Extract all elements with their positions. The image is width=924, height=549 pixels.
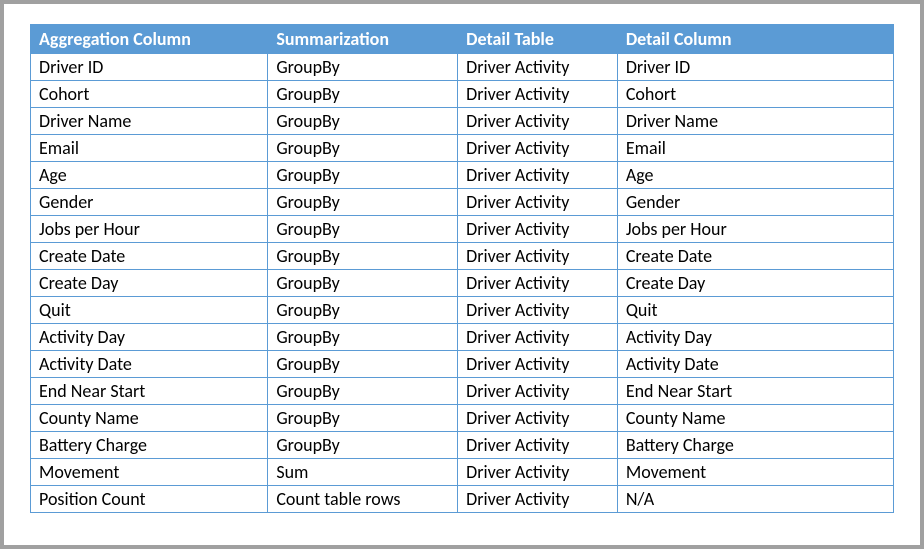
cell-detail-column: N/A (617, 486, 893, 513)
cell-detail-column: End Near Start (617, 378, 893, 405)
cell-detail-table: Driver Activity (458, 324, 618, 351)
cell-summarization: GroupBy (268, 351, 458, 378)
cell-detail-table: Driver Activity (458, 459, 618, 486)
cell-aggregation-column: Position Count (31, 486, 268, 513)
cell-detail-table: Driver Activity (458, 135, 618, 162)
header-aggregation-column: Aggregation Column (31, 25, 268, 54)
cell-detail-column: Create Day (617, 270, 893, 297)
cell-aggregation-column: End Near Start (31, 378, 268, 405)
cell-detail-table: Driver Activity (458, 54, 618, 81)
cell-detail-table: Driver Activity (458, 216, 618, 243)
cell-summarization: GroupBy (268, 378, 458, 405)
table-row: Jobs per HourGroupByDriver ActivityJobs … (31, 216, 894, 243)
cell-summarization: GroupBy (268, 270, 458, 297)
cell-detail-table: Driver Activity (458, 297, 618, 324)
cell-detail-column: Create Date (617, 243, 893, 270)
cell-detail-column: Activity Date (617, 351, 893, 378)
aggregation-table: Aggregation Column Summarization Detail … (30, 24, 894, 513)
cell-detail-column: Battery Charge (617, 432, 893, 459)
cell-detail-table: Driver Activity (458, 405, 618, 432)
cell-aggregation-column: Age (31, 162, 268, 189)
cell-summarization: GroupBy (268, 405, 458, 432)
header-detail-table: Detail Table (458, 25, 618, 54)
cell-summarization: GroupBy (268, 108, 458, 135)
table-row: Driver IDGroupByDriver ActivityDriver ID (31, 54, 894, 81)
table-row: QuitGroupByDriver ActivityQuit (31, 297, 894, 324)
cell-detail-table: Driver Activity (458, 81, 618, 108)
cell-summarization: GroupBy (268, 243, 458, 270)
cell-detail-column: County Name (617, 405, 893, 432)
cell-summarization: Count table rows (268, 486, 458, 513)
table-row: Driver NameGroupByDriver ActivityDriver … (31, 108, 894, 135)
cell-detail-column: Activity Day (617, 324, 893, 351)
cell-summarization: GroupBy (268, 135, 458, 162)
cell-detail-column: Email (617, 135, 893, 162)
table-row: Activity DayGroupByDriver ActivityActivi… (31, 324, 894, 351)
cell-aggregation-column: Quit (31, 297, 268, 324)
table-row: MovementSumDriver ActivityMovement (31, 459, 894, 486)
cell-detail-column: Gender (617, 189, 893, 216)
cell-detail-column: Cohort (617, 81, 893, 108)
cell-aggregation-column: Gender (31, 189, 268, 216)
table-row: AgeGroupByDriver ActivityAge (31, 162, 894, 189)
cell-detail-table: Driver Activity (458, 486, 618, 513)
cell-summarization: GroupBy (268, 162, 458, 189)
cell-summarization: GroupBy (268, 432, 458, 459)
cell-detail-column: Driver ID (617, 54, 893, 81)
cell-aggregation-column: County Name (31, 405, 268, 432)
table-row: CohortGroupByDriver ActivityCohort (31, 81, 894, 108)
table-row: County NameGroupByDriver ActivityCounty … (31, 405, 894, 432)
cell-summarization: GroupBy (268, 297, 458, 324)
cell-summarization: GroupBy (268, 54, 458, 81)
header-summarization: Summarization (268, 25, 458, 54)
cell-detail-column: Age (617, 162, 893, 189)
table-header-row: Aggregation Column Summarization Detail … (31, 25, 894, 54)
cell-aggregation-column: Movement (31, 459, 268, 486)
cell-detail-table: Driver Activity (458, 162, 618, 189)
table-row: EmailGroupByDriver ActivityEmail (31, 135, 894, 162)
cell-aggregation-column: Jobs per Hour (31, 216, 268, 243)
cell-summarization: GroupBy (268, 324, 458, 351)
table-row: End Near StartGroupByDriver ActivityEnd … (31, 378, 894, 405)
table-row: Create DayGroupByDriver ActivityCreate D… (31, 270, 894, 297)
table-row: Position CountCount table rowsDriver Act… (31, 486, 894, 513)
cell-detail-table: Driver Activity (458, 189, 618, 216)
header-detail-column: Detail Column (617, 25, 893, 54)
cell-detail-column: Driver Name (617, 108, 893, 135)
cell-detail-table: Driver Activity (458, 378, 618, 405)
table-row: Battery ChargeGroupByDriver ActivityBatt… (31, 432, 894, 459)
table-row: Create DateGroupByDriver ActivityCreate … (31, 243, 894, 270)
cell-summarization: Sum (268, 459, 458, 486)
cell-aggregation-column: Create Day (31, 270, 268, 297)
cell-detail-column: Movement (617, 459, 893, 486)
table-row: GenderGroupByDriver ActivityGender (31, 189, 894, 216)
table-row: Activity DateGroupByDriver ActivityActiv… (31, 351, 894, 378)
cell-detail-table: Driver Activity (458, 270, 618, 297)
cell-aggregation-column: Driver ID (31, 54, 268, 81)
cell-summarization: GroupBy (268, 81, 458, 108)
cell-detail-column: Jobs per Hour (617, 216, 893, 243)
cell-detail-table: Driver Activity (458, 351, 618, 378)
cell-detail-table: Driver Activity (458, 432, 618, 459)
cell-aggregation-column: Email (31, 135, 268, 162)
cell-aggregation-column: Create Date (31, 243, 268, 270)
cell-detail-table: Driver Activity (458, 243, 618, 270)
cell-aggregation-column: Activity Day (31, 324, 268, 351)
cell-aggregation-column: Driver Name (31, 108, 268, 135)
cell-detail-column: Quit (617, 297, 893, 324)
cell-aggregation-column: Battery Charge (31, 432, 268, 459)
cell-summarization: GroupBy (268, 189, 458, 216)
cell-aggregation-column: Cohort (31, 81, 268, 108)
cell-detail-table: Driver Activity (458, 108, 618, 135)
cell-aggregation-column: Activity Date (31, 351, 268, 378)
cell-summarization: GroupBy (268, 216, 458, 243)
